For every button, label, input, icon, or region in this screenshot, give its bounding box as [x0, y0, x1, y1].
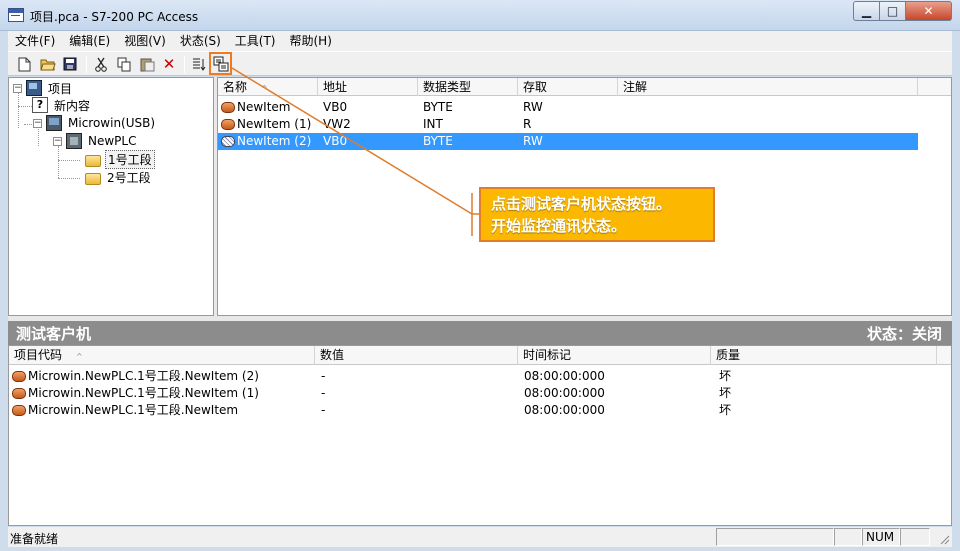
- callout-line-1: 点击测试客户机状态按钮。: [491, 195, 672, 213]
- callout-line-2: 开始监控通讯状态。: [491, 217, 627, 235]
- callout-pointer-line: [231, 67, 479, 236]
- instruction-callout: 点击测试客户机状态按钮。 开始监控通讯状态。: [479, 187, 715, 242]
